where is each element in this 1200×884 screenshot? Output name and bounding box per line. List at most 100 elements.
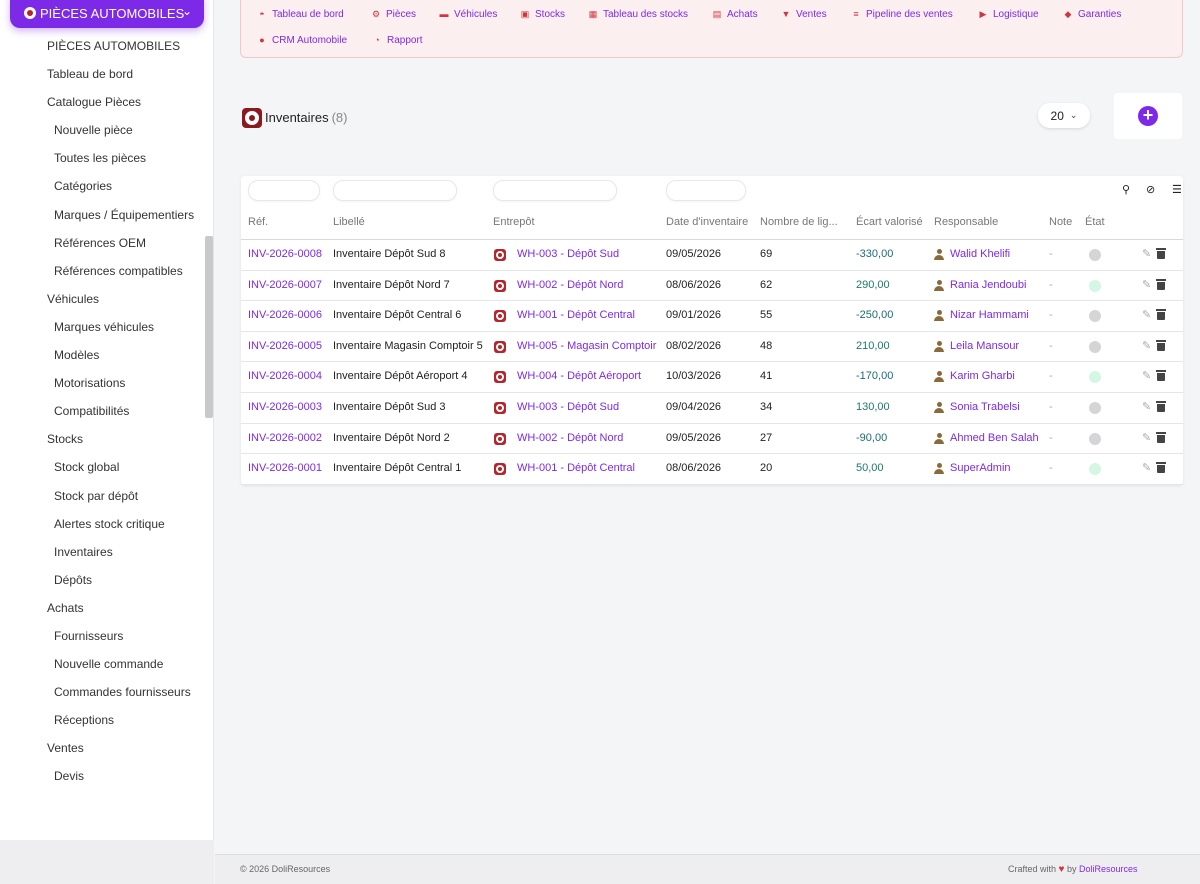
page-size-select[interactable]: 20 ⌄ [1038, 103, 1090, 128]
col-header-label[interactable]: Libellé [333, 216, 365, 228]
topnav-item[interactable]: ▶ Logistique [978, 9, 1039, 20]
col-header-status[interactable]: État [1085, 216, 1105, 228]
module-selector-button[interactable]: PIÈCES AUTOMOBILES ⌄ [10, 0, 204, 28]
warehouse-link[interactable]: WH-005 - Magasin Comptoir [517, 340, 656, 352]
sidebar-item[interactable]: Véhicules [0, 286, 204, 314]
warehouse-link[interactable]: WH-003 - Dépôt Sud [517, 401, 619, 413]
table-row[interactable]: INV-2026-0001 Inventaire Dépôt Central 1 W… [241, 454, 1183, 485]
responsible-link[interactable]: Karim Gharbi [950, 370, 1015, 382]
col-header-ecart[interactable]: Écart valorisé [856, 216, 923, 228]
topnav-item[interactable]: ▤ Achats [712, 9, 758, 20]
ref-link[interactable]: INV-2026-0002 [248, 432, 322, 444]
ref-link[interactable]: INV-2026-0007 [248, 279, 322, 291]
sidebar-item[interactable]: Toutes les pièces [0, 145, 204, 173]
responsible-link[interactable]: Walid Khelifi [950, 248, 1010, 260]
trash-icon[interactable] [1156, 462, 1166, 474]
responsible-link[interactable]: Nizar Hammami [950, 309, 1029, 321]
trash-icon[interactable] [1156, 278, 1166, 290]
filter-label-input[interactable] [333, 180, 457, 201]
col-header-lines[interactable]: Nombre de lig... [760, 216, 838, 228]
topnav-item[interactable]: ≡ Pipeline des ventes [851, 9, 952, 20]
topnav-item[interactable]: ◔ Rapport [372, 35, 422, 46]
sidebar-item[interactable]: Compatibilités [0, 398, 204, 426]
sidebar-item[interactable]: Références compatibles [0, 258, 204, 286]
table-row[interactable]: INV-2026-0006 Inventaire Dépôt Central 6 W… [241, 301, 1183, 332]
trash-icon[interactable] [1156, 248, 1166, 259]
sidebar-item[interactable]: Références OEM [0, 230, 204, 258]
filter-warehouse-input[interactable] [493, 180, 617, 201]
topnav-item[interactable]: ◆ Garanties [1063, 9, 1122, 20]
topnav-item[interactable]: ● CRM Automobile [257, 35, 347, 46]
edit-icon[interactable]: ✎ [1142, 400, 1151, 413]
topnav-item[interactable]: ▬ Véhicules [439, 9, 498, 20]
col-header-warehouse[interactable]: Entrepôt [493, 216, 535, 228]
edit-icon[interactable]: ✎ [1142, 278, 1151, 291]
edit-icon[interactable]: ✎ [1142, 247, 1151, 260]
col-header-note[interactable]: Note [1049, 216, 1072, 228]
warehouse-link[interactable]: WH-001 - Dépôt Central [517, 309, 635, 321]
trash-icon[interactable] [1156, 339, 1166, 351]
trash-icon[interactable] [1156, 309, 1166, 321]
sidebar-item[interactable]: Devis [0, 763, 204, 791]
sidebar-item[interactable]: PIÈCES AUTOMOBILES [0, 33, 204, 61]
ref-link[interactable]: INV-2026-0003 [248, 401, 322, 413]
topnav-item[interactable]: ▣ Stocks [520, 9, 565, 20]
edit-icon[interactable]: ✎ [1142, 461, 1151, 474]
responsible-link[interactable]: Ahmed Ben Salah [950, 432, 1039, 444]
sidebar-item[interactable]: Stocks [0, 426, 204, 454]
table-row[interactable]: INV-2026-0003 Inventaire Dépôt Sud 3 WH-00… [241, 393, 1183, 424]
ref-link[interactable]: INV-2026-0005 [248, 340, 322, 352]
table-row[interactable]: INV-2026-0002 Inventaire Dépôt Nord 2 WH-0… [241, 424, 1183, 455]
ref-link[interactable]: INV-2026-0008 [248, 248, 322, 260]
responsible-link[interactable]: Rania Jendoubi [950, 279, 1026, 291]
responsible-link[interactable]: Sonia Trabelsi [950, 401, 1020, 413]
col-header-responsible[interactable]: Responsable [934, 216, 998, 228]
sidebar-item[interactable]: Catégories [0, 173, 204, 201]
col-header-date[interactable]: Date d'inventaire [666, 216, 748, 228]
sidebar-item[interactable]: Stock par dépôt [0, 483, 204, 511]
sidebar-item[interactable]: Achats [0, 595, 204, 623]
edit-icon[interactable]: ✎ [1142, 369, 1151, 382]
sidebar-item[interactable]: Modèles [0, 342, 204, 370]
warehouse-link[interactable]: WH-004 - Dépôt Aéroport [517, 370, 641, 382]
trash-icon[interactable] [1156, 431, 1166, 443]
sidebar-item[interactable]: Nouvelle commande [0, 651, 204, 679]
sidebar-item[interactable]: Réceptions [0, 707, 204, 735]
trash-icon[interactable] [1156, 401, 1166, 412]
warehouse-link[interactable]: WH-001 - Dépôt Central [517, 462, 635, 474]
ref-link[interactable]: INV-2026-0004 [248, 370, 322, 382]
warehouse-link[interactable]: WH-002 - Dépôt Nord [517, 279, 623, 291]
topnav-item[interactable]: ⚙ Pièces [371, 9, 416, 20]
topnav-item[interactable]: ▼ Ventes [781, 9, 827, 20]
sidebar-item[interactable]: Catalogue Pièces [0, 89, 204, 117]
filter-ref-input[interactable] [248, 180, 320, 201]
edit-icon[interactable]: ✎ [1142, 308, 1151, 321]
ref-link[interactable]: INV-2026-0001 [248, 462, 322, 474]
sidebar-item[interactable]: Alertes stock critique [0, 511, 204, 539]
ref-link[interactable]: INV-2026-0006 [248, 309, 322, 321]
trash-icon[interactable] [1156, 370, 1166, 382]
edit-icon[interactable]: ✎ [1142, 431, 1151, 444]
filter-date-input[interactable] [666, 180, 746, 201]
sidebar-item[interactable]: Commandes fournisseurs [0, 679, 204, 707]
table-row[interactable]: INV-2026-0004 Inventaire Dépôt Aéroport 4… [241, 362, 1183, 393]
list-columns-icon[interactable]: ☰ [1172, 183, 1182, 196]
table-row[interactable]: INV-2026-0005 Inventaire Magasin Comptoir… [241, 332, 1183, 363]
table-row[interactable]: INV-2026-0007 Inventaire Dépôt Nord 7 WH-0… [241, 271, 1183, 302]
sidebar-item[interactable]: Motorisations [0, 370, 204, 398]
col-header-ref[interactable]: Réf. [248, 216, 268, 228]
sidebar-item[interactable]: Fournisseurs [0, 623, 204, 651]
sidebar-item[interactable]: Stock global [0, 454, 204, 482]
add-inventory-button[interactable]: + [1138, 106, 1158, 126]
sidebar-item[interactable]: Marques véhicules [0, 314, 204, 342]
edit-icon[interactable]: ✎ [1142, 339, 1151, 352]
warehouse-link[interactable]: WH-002 - Dépôt Nord [517, 432, 623, 444]
responsible-link[interactable]: SuperAdmin [950, 462, 1011, 474]
search-icon[interactable]: ⚲ [1122, 183, 1130, 196]
sidebar-item[interactable]: Marques / Équipementiers [0, 202, 204, 230]
sidebar-item[interactable]: Inventaires [0, 539, 204, 567]
footer-brand-link[interactable]: DoliResources [1079, 864, 1138, 874]
sidebar-item[interactable]: Ventes [0, 735, 204, 763]
sidebar-item[interactable]: Nouvelle pièce [0, 117, 204, 145]
sidebar-item[interactable]: Tableau de bord [0, 61, 204, 89]
